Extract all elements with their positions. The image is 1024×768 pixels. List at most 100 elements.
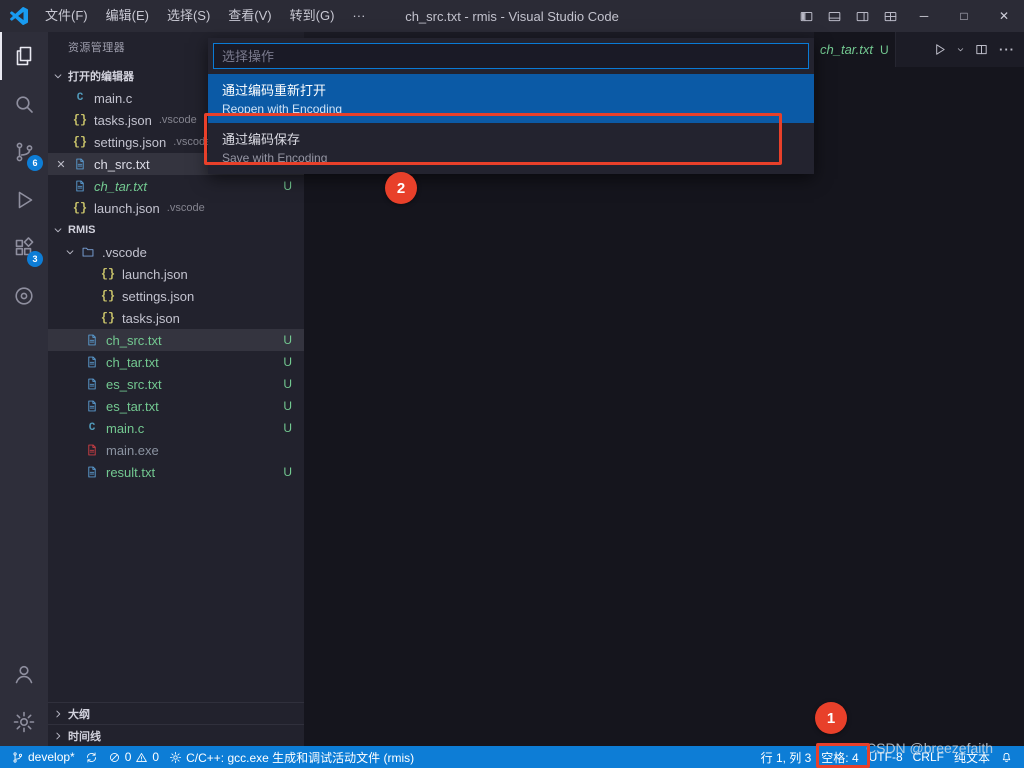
txt-file-icon: [84, 464, 100, 480]
annotation-step-1: 1: [815, 702, 847, 734]
file-label: settings.json: [122, 288, 195, 304]
txt-file-icon: [84, 354, 100, 370]
untracked-badge: U: [283, 355, 292, 369]
timeline-label: 时间线: [68, 730, 101, 743]
txt-file-icon: [84, 332, 100, 348]
open-editor-launch-json[interactable]: {} launch.json .vscode: [48, 197, 304, 219]
outline-label: 大纲: [68, 708, 90, 721]
activitybar-source-control[interactable]: 6: [0, 128, 48, 176]
errors-icon: [108, 751, 121, 764]
close-button[interactable]: ✕: [984, 0, 1024, 32]
folder-icon: [80, 244, 96, 260]
txt-file-icon: [72, 156, 88, 172]
untracked-badge: U: [283, 465, 292, 479]
sync-status[interactable]: [80, 746, 103, 768]
tree-item-settings-json[interactable]: {} settings.json: [48, 285, 304, 307]
editor-more-actions-button[interactable]: ···: [994, 37, 1020, 63]
chevron-down-icon: [50, 68, 66, 84]
tree-item-es-tar-txt[interactable]: es_tar.txt U: [48, 395, 304, 417]
file-desc: .vscode: [166, 202, 205, 214]
menu-goto[interactable]: 转到(G): [281, 0, 344, 32]
problems-status[interactable]: 0 0: [103, 746, 164, 768]
close-icon[interactable]: ✕: [54, 157, 68, 171]
build-task-status[interactable]: C/C++: gcc.exe 生成和调试活动文件 (rmis): [164, 746, 419, 768]
tree-item-result-txt[interactable]: result.txt U: [48, 461, 304, 483]
tree-item-ch-tar-txt[interactable]: ch_tar.txt U: [48, 351, 304, 373]
file-label: tasks.json: [94, 112, 152, 128]
build-task-label: C/C++: gcc.exe 生成和调试活动文件 (rmis): [186, 750, 415, 765]
run-button[interactable]: [926, 37, 952, 63]
file-label: launch.json: [122, 266, 188, 282]
split-editor-icon: [974, 42, 989, 57]
annotation-box-utf8: [816, 743, 870, 768]
tab-ch-tar-txt[interactable]: ch_tar.txt U: [814, 32, 896, 67]
file-label: launch.json: [94, 200, 160, 216]
titlebar: 文件(F) 编辑(E) 选择(S) 查看(V) 转到(G) ··· ch_src…: [0, 0, 1024, 32]
accounts-button[interactable]: [0, 650, 48, 698]
menu-edit[interactable]: 编辑(E): [97, 0, 158, 32]
menu-view[interactable]: 查看(V): [219, 0, 280, 32]
root-folder-label: RMIS: [68, 224, 96, 236]
quick-pick-input[interactable]: [222, 48, 800, 64]
json-file-icon: {}: [72, 201, 88, 215]
tree-item-main-exe[interactable]: main.exe: [48, 439, 304, 461]
toggle-primary-sidebar-icon[interactable]: [792, 0, 820, 32]
tree-item-ch-src-txt[interactable]: ch_src.txt U: [48, 329, 304, 351]
txt-file-icon: [84, 376, 100, 392]
folder-label: .vscode: [102, 244, 147, 260]
activity-bar: 6 3: [0, 32, 48, 746]
warnings-icon: [135, 751, 148, 764]
play-icon: [932, 42, 947, 57]
timeline-pane-header[interactable]: 时间线: [48, 724, 304, 746]
tree-item-launch-json[interactable]: {} launch.json: [48, 263, 304, 285]
tab-label: ch_tar.txt: [820, 42, 873, 57]
file-label: tasks.json: [122, 310, 180, 326]
notifications-button[interactable]: [995, 746, 1018, 768]
exe-file-icon: [84, 442, 100, 458]
chevron-down-icon: [50, 222, 66, 238]
json-file-icon: {}: [100, 311, 116, 325]
gear-icon: [12, 710, 36, 734]
tree-item-main-c[interactable]: C main.c U: [48, 417, 304, 439]
customize-layout-icon[interactable]: [876, 0, 904, 32]
toggle-panel-icon[interactable]: [820, 0, 848, 32]
settings-button[interactable]: [0, 698, 48, 746]
menu-file[interactable]: 文件(F): [36, 0, 97, 32]
window-title: ch_src.txt - rmis - Visual Studio Code: [405, 8, 619, 24]
open-editor-ch-tar-txt[interactable]: ch_tar.txt U: [48, 175, 304, 197]
tree-item-es-src-txt[interactable]: es_src.txt U: [48, 373, 304, 395]
activity-bar-bottom: [0, 650, 48, 746]
search-icon: [12, 92, 36, 116]
activitybar-run-debug[interactable]: [0, 176, 48, 224]
explorer-root-header[interactable]: RMIS: [48, 219, 304, 241]
run-debug-icon: [12, 188, 36, 212]
file-label: ch_src.txt: [106, 332, 162, 348]
outline-pane-header[interactable]: 大纲: [48, 702, 304, 724]
cursor-position-status[interactable]: 行 1, 列 3: [756, 746, 817, 768]
tree-folder-vscode[interactable]: .vscode: [48, 241, 304, 263]
menu-selection[interactable]: 选择(S): [158, 0, 219, 32]
menu-more[interactable]: ···: [343, 0, 374, 32]
maximize-button[interactable]: □: [944, 0, 984, 32]
activitybar-explorer[interactable]: [0, 32, 48, 80]
tools-icon: [169, 751, 182, 764]
minimize-button[interactable]: ─: [904, 0, 944, 32]
activitybar-search[interactable]: [0, 80, 48, 128]
watermark: CSDN @breezefaith: [866, 740, 994, 756]
toggle-secondary-sidebar-icon[interactable]: [848, 0, 876, 32]
split-editor-button[interactable]: [968, 37, 994, 63]
file-label: settings.json: [94, 134, 167, 150]
file-label: main.exe: [106, 442, 159, 458]
activitybar-extensions[interactable]: 3: [0, 224, 48, 272]
account-icon: [12, 662, 36, 686]
sync-icon: [85, 751, 98, 764]
explorer-icon: [12, 44, 36, 68]
txt-file-icon: [84, 398, 100, 414]
open-editors-label: 打开的编辑器: [68, 71, 134, 83]
branch-status[interactable]: develop*: [6, 746, 80, 768]
run-dropdown-button[interactable]: [952, 37, 968, 63]
tree-item-tasks-json[interactable]: {} tasks.json: [48, 307, 304, 329]
activitybar-extension-view[interactable]: [0, 272, 48, 320]
annotation-step-2: 2: [385, 172, 417, 204]
file-label: ch_tar.txt: [106, 354, 159, 370]
